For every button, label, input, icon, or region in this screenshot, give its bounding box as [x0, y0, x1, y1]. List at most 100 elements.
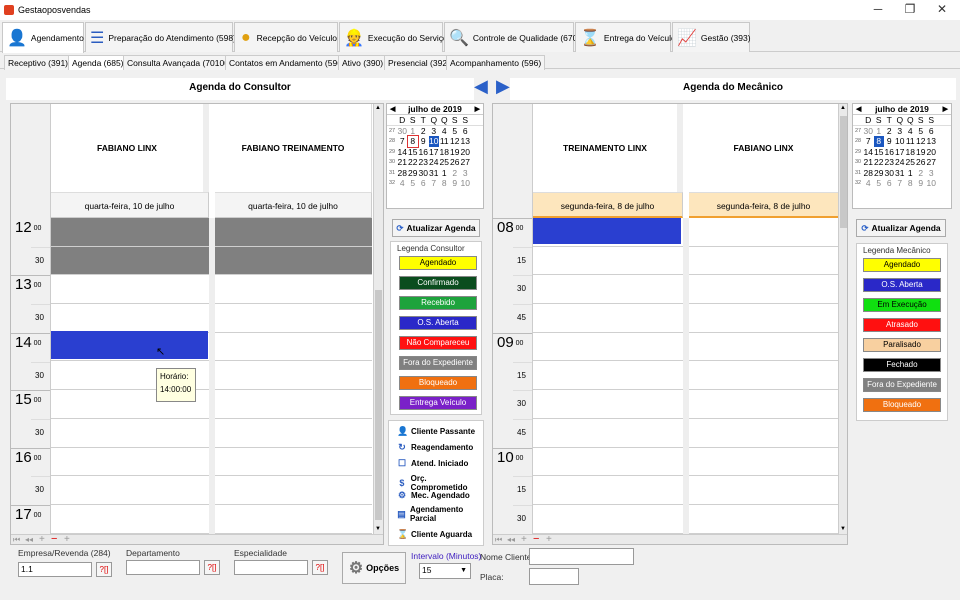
time-slot[interactable] [533, 275, 683, 305]
tab-controle-qualidade[interactable]: 🔍 Controle de Qualidade (670) [444, 22, 580, 52]
calendar-day[interactable]: 24 [429, 157, 440, 168]
scroll-thumb[interactable] [840, 116, 847, 228]
calendar-day[interactable]: 11 [905, 136, 916, 147]
time-slot[interactable] [689, 246, 839, 276]
calendar-day[interactable]: 7 [397, 136, 408, 147]
especialidade-lookup-button[interactable]: ?[] [312, 560, 328, 575]
remove-icon[interactable]: − [51, 533, 57, 544]
tab-preparacao[interactable]: ☰ Preparação do Atendimento (598) [85, 22, 236, 52]
time-slot[interactable] [215, 275, 372, 305]
departamento-field[interactable] [126, 560, 200, 575]
calendar-day[interactable]: 21 [397, 157, 408, 168]
calendar-day[interactable]: 9 [450, 178, 461, 189]
time-slot[interactable] [689, 476, 839, 505]
calendar-day[interactable]: 2 [884, 126, 895, 137]
time-slot[interactable] [533, 361, 683, 391]
calendar-day[interactable]: 13 [926, 136, 937, 147]
tab-execucao[interactable]: 👷 Execução do Serviço [339, 22, 448, 52]
subtab-ativo[interactable]: Ativo (390) [338, 55, 388, 70]
calendar-day[interactable]: 5 [450, 126, 461, 137]
next-month-icon[interactable]: ▶ [943, 104, 948, 115]
calendar-day[interactable]: 15 [408, 147, 419, 158]
add-icon-2[interactable]: + [64, 534, 70, 544]
time-slot[interactable] [689, 304, 839, 333]
time-slot[interactable] [689, 505, 839, 534]
calendar-day[interactable]: 16 [884, 147, 895, 158]
calendar-day[interactable]: 27 [926, 157, 937, 168]
time-slot[interactable] [51, 418, 209, 448]
calendar-day[interactable]: 10 [926, 178, 937, 189]
placa-field[interactable] [529, 568, 579, 585]
calendar-day[interactable]: 4 [439, 126, 450, 137]
calendar-day[interactable]: 15 [874, 147, 885, 158]
calendar-day[interactable]: 27 [460, 157, 471, 168]
scroll-down-icon[interactable]: ▼ [840, 526, 846, 532]
calendar-day[interactable]: 23 [884, 157, 895, 168]
calendar-day[interactable]: 29 [874, 168, 885, 179]
time-slot[interactable] [51, 505, 209, 534]
subtab-consulta-avancada[interactable]: Consulta Avançada (70100) [123, 55, 236, 70]
calendar-day[interactable]: 14 [397, 147, 408, 158]
calendar-day[interactable]: 13 [460, 136, 471, 147]
calendar-day[interactable]: 22 [408, 157, 419, 168]
nome-cliente-field[interactable] [529, 548, 634, 565]
mecanico-refresh-button[interactable]: ⟳ Atualizar Agenda [856, 219, 946, 237]
calendar-day[interactable]: 5 [916, 126, 927, 137]
time-slot[interactable] [689, 390, 839, 419]
calendar-day[interactable]: 18 [905, 147, 916, 158]
calendar-day[interactable]: 7 [863, 136, 874, 147]
calendar-day[interactable]: 3 [926, 168, 937, 179]
scroll-down-icon[interactable]: ▼ [375, 526, 381, 532]
calendar-day[interactable]: 8 [406, 135, 419, 148]
prev-month-icon[interactable]: ◀ [390, 104, 395, 115]
time-slot[interactable] [51, 304, 209, 333]
calendar-day[interactable]: 28 [397, 168, 408, 179]
close-button[interactable]: ✕ [926, 0, 958, 20]
calendar-day[interactable]: 9 [884, 136, 895, 147]
calendar-day[interactable]: 9 [418, 136, 429, 147]
time-slot[interactable] [533, 332, 683, 362]
calendar-day[interactable]: 8 [905, 178, 916, 189]
calendar-day[interactable]: 1 [905, 168, 916, 179]
subtab-contatos[interactable]: Contatos em Andamento (596) [225, 55, 349, 70]
subtab-receptivo[interactable]: Receptivo (391) [4, 55, 73, 70]
collapse-left-icon[interactable]: ◀ [474, 76, 488, 96]
calendar-day[interactable]: 6 [418, 178, 429, 189]
calendar-day[interactable]: 19 [450, 147, 461, 158]
time-slot[interactable] [533, 505, 683, 534]
time-slot[interactable] [533, 246, 683, 276]
expand-right-icon[interactable]: ▶ [496, 76, 510, 96]
calendar-day[interactable]: 14 [863, 147, 874, 158]
minimize-button[interactable]: ─ [862, 0, 894, 20]
calendar-day[interactable]: 2 [418, 126, 429, 137]
calendar-day[interactable]: 21 [863, 157, 874, 168]
time-slot[interactable] [533, 476, 683, 505]
calendar-day[interactable]: 26 [916, 157, 927, 168]
calendar-day[interactable]: 8 [873, 136, 884, 147]
time-slot[interactable] [533, 304, 683, 333]
intervalo-select[interactable]: 15 ▼ [419, 563, 471, 579]
calendar-day[interactable]: 25 [905, 157, 916, 168]
calendar-day[interactable]: 9 [916, 178, 927, 189]
time-slot[interactable] [689, 361, 839, 391]
calendar-day[interactable]: 17 [429, 147, 440, 158]
time-slot[interactable] [51, 447, 209, 477]
calendar-day[interactable]: 19 [916, 147, 927, 158]
calendar-day[interactable]: 16 [418, 147, 429, 158]
appointment-block[interactable] [51, 331, 208, 359]
time-slot[interactable] [215, 218, 372, 247]
calendar-day[interactable]: 6 [460, 126, 471, 137]
empresa-lookup-button[interactable]: ?[] [96, 562, 112, 577]
calendar-day[interactable]: 12 [450, 136, 461, 147]
prev-icon[interactable]: ◂◂ [25, 535, 33, 544]
time-slot[interactable] [689, 218, 839, 247]
consultor-vscroll[interactable]: ▲ ▼ [373, 104, 383, 534]
calendar-day[interactable]: 4 [863, 178, 874, 189]
time-slot[interactable] [215, 476, 372, 505]
maximize-button[interactable]: ❐ [894, 0, 926, 20]
time-slot[interactable] [215, 418, 372, 448]
departamento-lookup-button[interactable]: ?[] [204, 560, 220, 575]
calendar-day[interactable]: 30 [884, 168, 895, 179]
calendar-day[interactable]: 7 [429, 178, 440, 189]
calendar-day[interactable]: 2 [916, 168, 927, 179]
